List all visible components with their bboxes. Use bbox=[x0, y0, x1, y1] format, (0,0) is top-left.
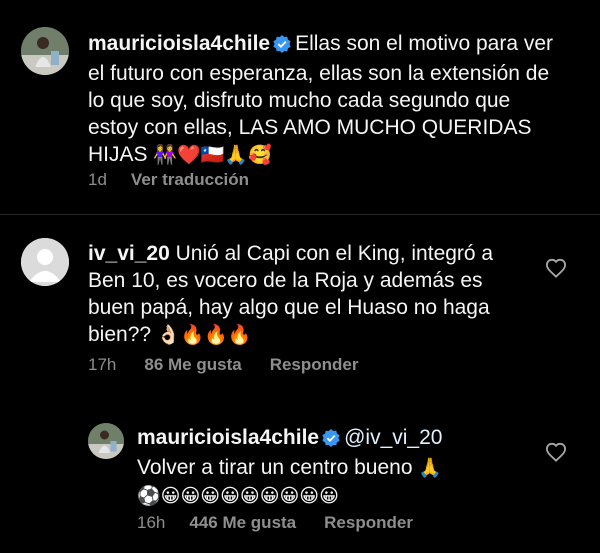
verified-badge-icon bbox=[273, 33, 291, 60]
comment-time: 17h bbox=[88, 355, 117, 374]
reply-body: mauricioisla4chile @iv_vi_20 Volver a tir… bbox=[137, 424, 537, 510]
verified-badge-icon bbox=[322, 427, 340, 454]
reply-emojis-1: 🙏 bbox=[418, 458, 443, 479]
reply-time: 16h bbox=[137, 513, 166, 532]
comment-username[interactable]: iv_vi_20 bbox=[88, 242, 170, 265]
reply-emojis-2: ⚽😀😀😀😀😀😀😀😀😀 bbox=[137, 486, 339, 507]
reply-button[interactable]: Responder bbox=[270, 355, 359, 375]
translate-link[interactable]: Ver traducción bbox=[131, 170, 249, 190]
reply-username[interactable]: mauricioisla4chile bbox=[137, 426, 319, 449]
avatar[interactable] bbox=[21, 27, 69, 75]
reply-meta: 16h 446 Me gusta Responder bbox=[137, 513, 413, 533]
comment-time: 1d bbox=[88, 170, 107, 189]
reply-text: Volver a tirar un centro bueno bbox=[137, 456, 413, 479]
comment-meta: 17h 86 Me gusta Responder bbox=[88, 355, 358, 375]
likes-count[interactable]: 86 Me gusta bbox=[144, 355, 241, 375]
comment-meta: 1d Ver traducción bbox=[88, 170, 249, 190]
avatar[interactable] bbox=[21, 238, 69, 286]
like-heart-icon[interactable] bbox=[545, 442, 567, 467]
comment-username[interactable]: mauricioisla4chile bbox=[88, 32, 270, 55]
comment-body: mauricioisla4chile Ellas son el motivo pa… bbox=[88, 30, 563, 169]
comment-emojis: 👭❤️🇨🇱🙏🥰 bbox=[153, 145, 272, 166]
comment-emojis: 👌🏻🔥🔥🔥 bbox=[156, 325, 252, 346]
likes-count[interactable]: 446 Me gusta bbox=[189, 513, 296, 533]
reply-button[interactable]: Responder bbox=[324, 513, 413, 533]
divider bbox=[0, 214, 600, 215]
avatar[interactable] bbox=[88, 423, 124, 459]
like-heart-icon[interactable] bbox=[545, 258, 567, 283]
comment-body: iv_vi_20 Unió al Capi con el King, integ… bbox=[88, 240, 518, 349]
reply-mention[interactable]: @iv_vi_20 bbox=[344, 426, 442, 449]
